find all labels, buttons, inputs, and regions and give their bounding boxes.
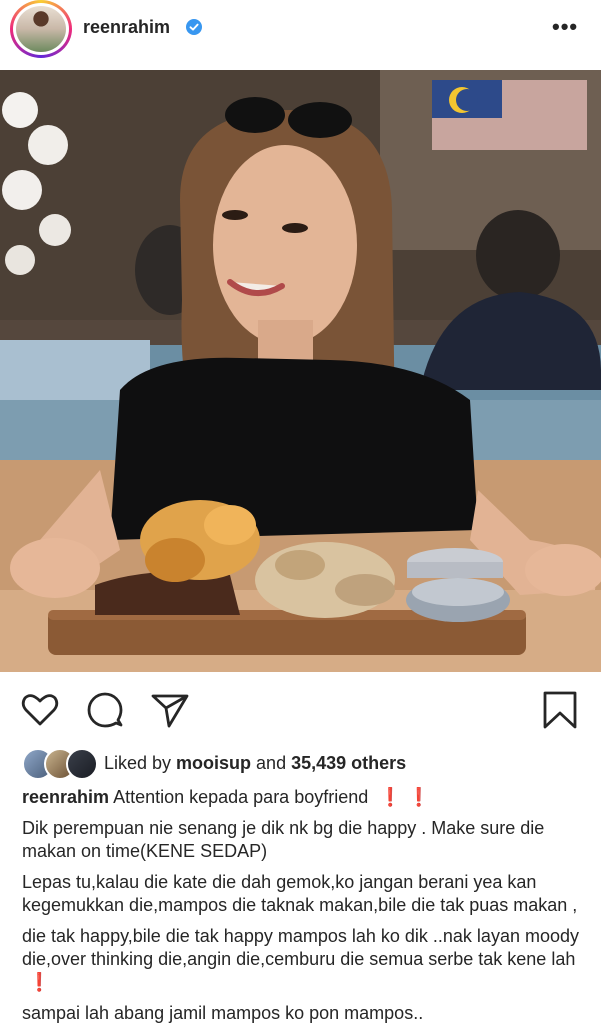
- caption-paragraph: sampai lah abang jamil mampos ko pon mam…: [22, 1003, 424, 1023]
- comment-icon[interactable]: [85, 690, 125, 730]
- exclamation-icon: ❗: [407, 787, 431, 807]
- liker-username[interactable]: mooisup: [176, 753, 251, 773]
- likes-count[interactable]: 35,439 others: [291, 753, 406, 773]
- post-photo[interactable]: [0, 70, 601, 672]
- verified-badge-icon: [186, 19, 202, 35]
- likes-prefix: Liked by: [104, 753, 177, 773]
- send-icon[interactable]: [150, 690, 190, 730]
- bookmark-icon[interactable]: [540, 690, 580, 730]
- post-header: reenrahim •••: [0, 0, 601, 70]
- caption-paragraph: Lepas tu,kalau die kate die dah gemok,ko…: [22, 872, 578, 915]
- heart-icon[interactable]: [20, 690, 60, 730]
- avatar[interactable]: [10, 0, 72, 58]
- exclamation-icon: ❗: [379, 787, 402, 807]
- likes-text: Liked by mooisup and 35,439 others: [104, 753, 406, 774]
- caption-first-line: reenrahim Attention kepada para boyfrien…: [22, 786, 582, 809]
- post-actions-bar: [0, 680, 601, 740]
- likes-summary[interactable]: Liked by mooisup and 35,439 others: [22, 748, 582, 780]
- caption-username[interactable]: reenrahim: [22, 787, 109, 807]
- username-link[interactable]: reenrahim: [83, 17, 170, 38]
- caption-paragraph: die tak happy,bile die tak happy mampos …: [22, 925, 582, 994]
- post-photo-illustration: [0, 70, 601, 672]
- caption-paragraph: Dik perempuan nie senang je dik nk bg di…: [22, 818, 545, 861]
- liker-avatar: [66, 748, 98, 780]
- post-caption: reenrahim Attention kepada para boyfrien…: [22, 786, 582, 1033]
- exclamation-icon: ❗: [28, 972, 51, 992]
- caption-paragraph-text: die tak happy,bile die tak happy mampos …: [22, 926, 579, 969]
- more-options-button[interactable]: •••: [552, 14, 578, 40]
- caption-line1: Attention kepada para boyfriend: [113, 787, 369, 807]
- avatar-image: [16, 6, 66, 52]
- likes-middle: and: [251, 753, 292, 773]
